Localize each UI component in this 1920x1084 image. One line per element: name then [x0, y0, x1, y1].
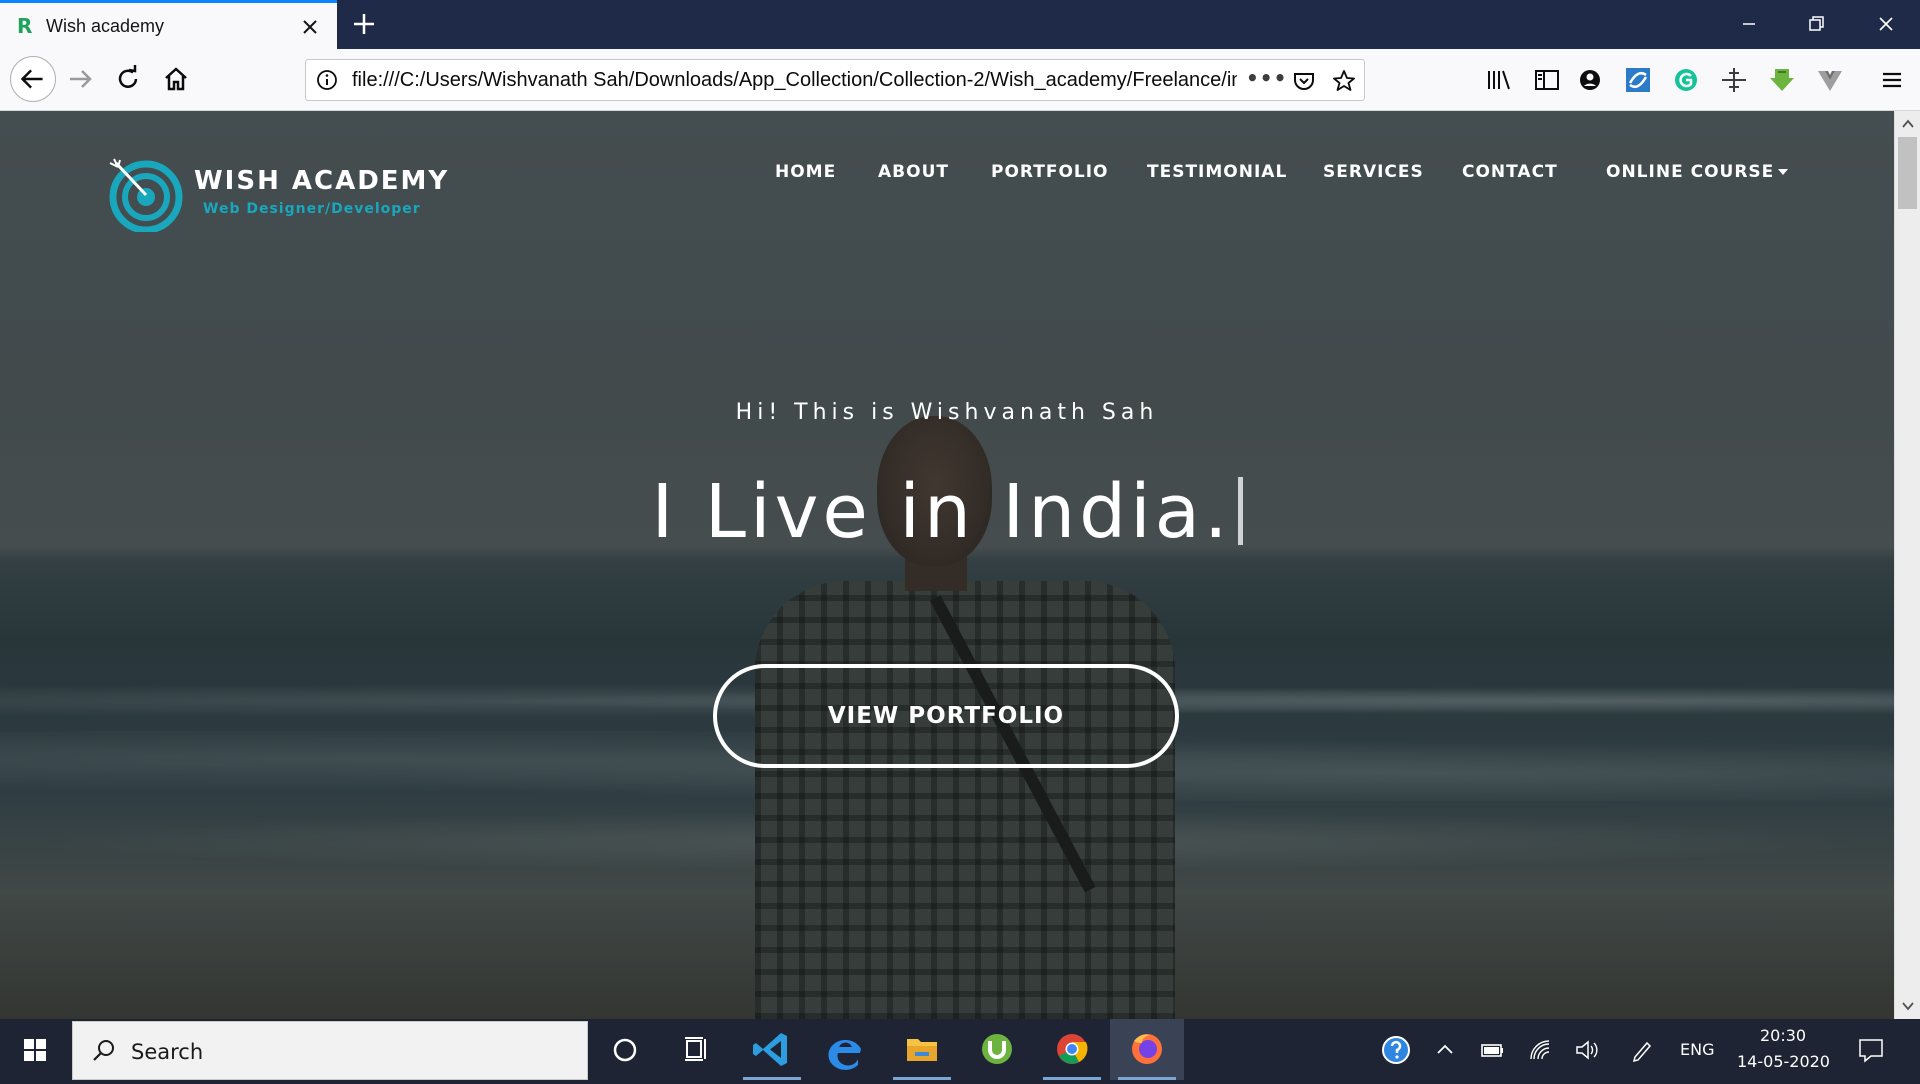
- windows-start-icon[interactable]: [0, 1019, 72, 1080]
- view-portfolio-button[interactable]: VIEW PORTFOLIO: [713, 664, 1179, 768]
- vscode-app[interactable]: [735, 1019, 809, 1080]
- pocket-icon[interactable]: [1291, 68, 1317, 94]
- hero-overlay: [0, 111, 1894, 1019]
- vertical-scrollbar[interactable]: [1894, 111, 1920, 1019]
- taskbar-search-box[interactable]: Search: [72, 1021, 588, 1080]
- browser-toolbar: file:///C:/Users/Wishvanath Sah/Download…: [0, 49, 1920, 111]
- task-view-icon[interactable]: [660, 1019, 734, 1080]
- nav-portfolio[interactable]: PORTFOLIO: [991, 161, 1109, 183]
- hero-title: I Live in India.: [0, 467, 1894, 557]
- nav-services[interactable]: SERVICES: [1323, 161, 1424, 183]
- tab-favicon-icon: R: [17, 14, 33, 38]
- site-info-icon[interactable]: [316, 69, 338, 91]
- chrome-app[interactable]: [1035, 1019, 1109, 1080]
- help-icon[interactable]: [1381, 1035, 1411, 1065]
- library-icon[interactable]: [1482, 63, 1516, 97]
- volume-icon[interactable]: [1572, 1035, 1602, 1065]
- brand-name[interactable]: WISH ACADEMY: [194, 165, 449, 197]
- back-icon[interactable]: [10, 56, 56, 102]
- nav-testimonial[interactable]: TESTIMONIAL: [1147, 161, 1287, 183]
- bookmark-star-icon[interactable]: [1331, 68, 1357, 94]
- nav-contact[interactable]: CONTACT: [1462, 161, 1558, 183]
- tab-title: Wish academy: [46, 16, 165, 36]
- url-text[interactable]: file:///C:/Users/Wishvanath Sah/Download…: [352, 69, 1237, 91]
- folder-icon: [907, 1039, 937, 1061]
- nav-home[interactable]: HOME: [775, 161, 836, 183]
- nav-online-course[interactable]: ONLINE COURSE: [1606, 161, 1789, 183]
- sidebar-icon[interactable]: [1530, 63, 1564, 97]
- vue-devtools-icon[interactable]: [1813, 63, 1847, 97]
- firefox-app[interactable]: [1110, 1019, 1184, 1080]
- menu-icon[interactable]: [1875, 63, 1909, 97]
- hero-subtitle: Hi! This is Wishvanath Sah: [735, 400, 1159, 425]
- wifi-icon[interactable]: [1525, 1035, 1555, 1065]
- typing-cursor: [1237, 477, 1243, 545]
- input-language[interactable]: ENG: [1680, 1039, 1714, 1061]
- restore-icon[interactable]: [1782, 0, 1850, 49]
- scroll-up-icon[interactable]: [1901, 117, 1915, 131]
- forward-icon[interactable]: [60, 59, 100, 99]
- windows-taskbar: Search ENG 20:30 14-05-2020: [0, 1019, 1920, 1080]
- page-actions-icon[interactable]: •••: [1246, 68, 1286, 92]
- utorrent-icon[interactable]: [960, 1019, 1034, 1080]
- search-icon: [93, 1040, 114, 1061]
- account-icon[interactable]: [1573, 63, 1607, 97]
- close-window-icon[interactable]: [1852, 0, 1920, 49]
- browser-tab[interactable]: R Wish academy: [0, 0, 337, 49]
- scrollbar-thumb[interactable]: [1898, 137, 1917, 209]
- sync-extension-icon[interactable]: [1621, 63, 1655, 97]
- scroll-down-icon[interactable]: [1901, 999, 1915, 1013]
- measure-icon[interactable]: [1717, 63, 1751, 97]
- grammarly-icon[interactable]: [1669, 63, 1703, 97]
- download-helper-icon[interactable]: [1765, 63, 1799, 97]
- new-tab-icon[interactable]: [349, 9, 379, 39]
- hero-title-text: I Live in India.: [651, 469, 1232, 555]
- page-viewport: WISH ACADEMY Web Designer/Developer HOME…: [0, 111, 1894, 1019]
- vscode-icon: [753, 1033, 787, 1066]
- address-bar[interactable]: file:///C:/Users/Wishvanath Sah/Download…: [305, 59, 1365, 101]
- browser-titlebar: R Wish academy: [0, 0, 1920, 49]
- pen-icon[interactable]: [1627, 1035, 1657, 1065]
- close-tab-icon[interactable]: [297, 14, 323, 40]
- caret-down-icon: [1778, 169, 1789, 175]
- nav-online-course-label: ONLINE COURSE: [1606, 162, 1775, 182]
- home-icon[interactable]: [156, 59, 196, 99]
- chrome-icon: [1057, 1034, 1088, 1064]
- cortana-icon[interactable]: [588, 1019, 662, 1080]
- chevron-up-icon[interactable]: [1430, 1035, 1460, 1065]
- nav-about[interactable]: ABOUT: [878, 161, 949, 183]
- reload-icon[interactable]: [108, 59, 148, 99]
- target-logo-icon[interactable]: [108, 157, 183, 232]
- battery-icon[interactable]: [1477, 1035, 1507, 1065]
- notifications-icon[interactable]: [1856, 1035, 1886, 1065]
- firefox-icon: [1132, 1034, 1162, 1064]
- minimize-icon[interactable]: [1715, 0, 1783, 49]
- search-placeholder: Search: [131, 1040, 204, 1064]
- clock-time[interactable]: 20:30: [1760, 1025, 1806, 1047]
- edge-icon[interactable]: [810, 1019, 884, 1080]
- file-explorer-app[interactable]: [885, 1019, 959, 1080]
- clock-date[interactable]: 14-05-2020: [1737, 1051, 1830, 1073]
- brand-tagline: Web Designer/Developer: [203, 201, 421, 217]
